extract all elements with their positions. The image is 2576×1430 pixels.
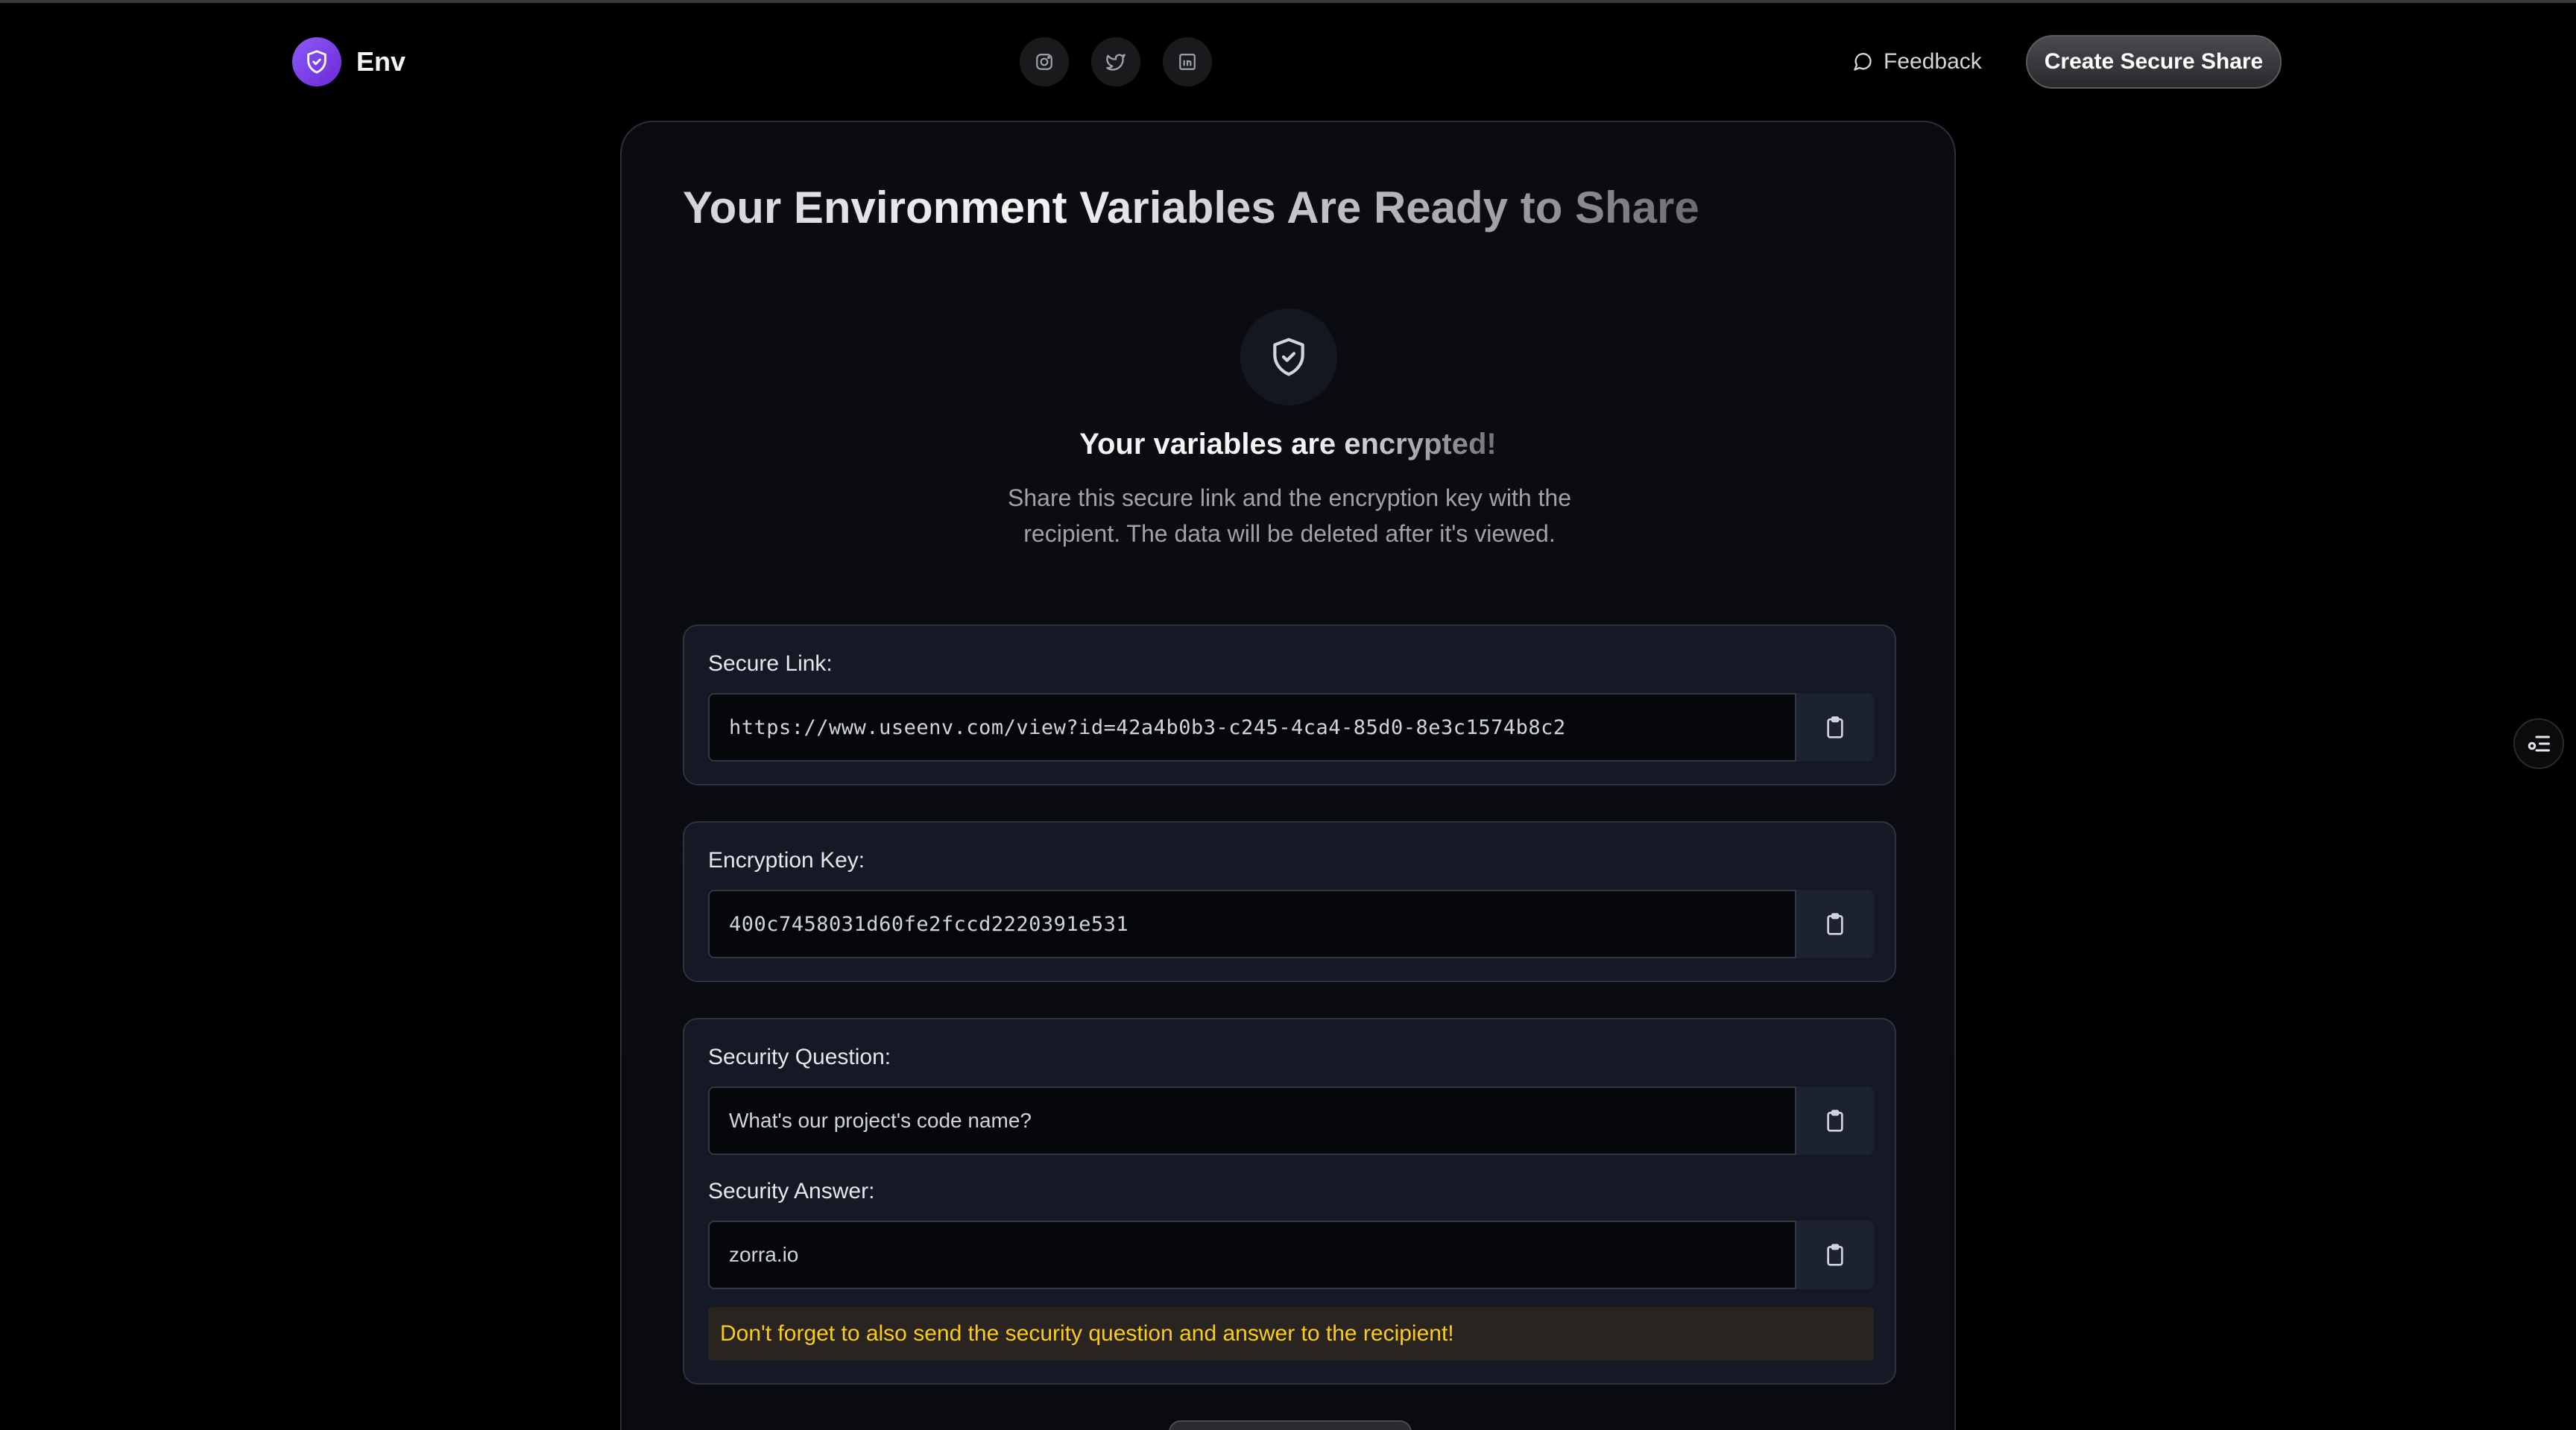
security-warning: Don't forget to also send the security q… [708, 1307, 1874, 1361]
shield-check-icon [1240, 309, 1337, 405]
settings-toggle-icon[interactable] [2513, 718, 2564, 769]
encryption-key-panel: Encryption Key: 400c7458031d60fe2fccd222… [683, 821, 1896, 982]
security-question-field[interactable]: What's our project's code name? [708, 1086, 1796, 1155]
share-result-card: Your Environment Variables Are Ready to … [620, 121, 1956, 1430]
security-question-label: Security Question: [708, 1045, 891, 1069]
secure-link-field[interactable]: https://www.useenv.com/view?id=42a4b0b3-… [708, 693, 1796, 762]
clipboard-icon [1827, 716, 1843, 738]
encryption-status-text: Your variables are encrypted! [1079, 428, 1497, 461]
copy-answer-button[interactable] [1796, 1221, 1874, 1289]
encryption-status-title: Your variables are encrypted! [622, 428, 1954, 461]
window-top-border [0, 0, 2576, 3]
clipboard-icon [1827, 1110, 1843, 1132]
shield-check-icon [292, 37, 341, 86]
twitter-icon[interactable] [1091, 37, 1140, 86]
clipboard-icon [1827, 1244, 1843, 1266]
security-answer-label: Security Answer: [708, 1179, 875, 1203]
instagram-icon[interactable] [1020, 37, 1069, 86]
linkedin-icon[interactable] [1163, 37, 1212, 86]
security-panel: Security Question: What's our project's … [683, 1018, 1896, 1385]
brand-name: Env [356, 46, 406, 77]
message-circle-icon [1854, 53, 1872, 71]
social-links [1020, 37, 1212, 86]
brand[interactable]: Env [292, 37, 405, 86]
copy-question-button[interactable] [1796, 1086, 1874, 1155]
encryption-status-description: Share this secure link and the encryptio… [1008, 484, 1571, 547]
copy-key-button[interactable] [1796, 890, 1874, 958]
create-secure-share-button[interactable]: Create Secure Share [2026, 35, 2282, 89]
bottom-action-button[interactable] [1169, 1420, 1412, 1430]
secure-link-label: Secure Link: [708, 651, 833, 676]
encryption-key-label: Encryption Key: [708, 848, 865, 873]
feedback-label: Feedback [1884, 49, 1982, 74]
clipboard-icon [1827, 913, 1843, 935]
secure-link-panel: Secure Link: https://www.useenv.com/view… [683, 624, 1896, 785]
page-title: Your Environment Variables Are Ready to … [683, 183, 1699, 232]
encryption-key-field[interactable]: 400c7458031d60fe2fccd2220391e531 [708, 890, 1796, 958]
security-answer-field[interactable]: zorra.io [708, 1221, 1796, 1289]
copy-link-button[interactable] [1796, 693, 1874, 762]
feedback-link[interactable]: Feedback [1852, 45, 1982, 79]
